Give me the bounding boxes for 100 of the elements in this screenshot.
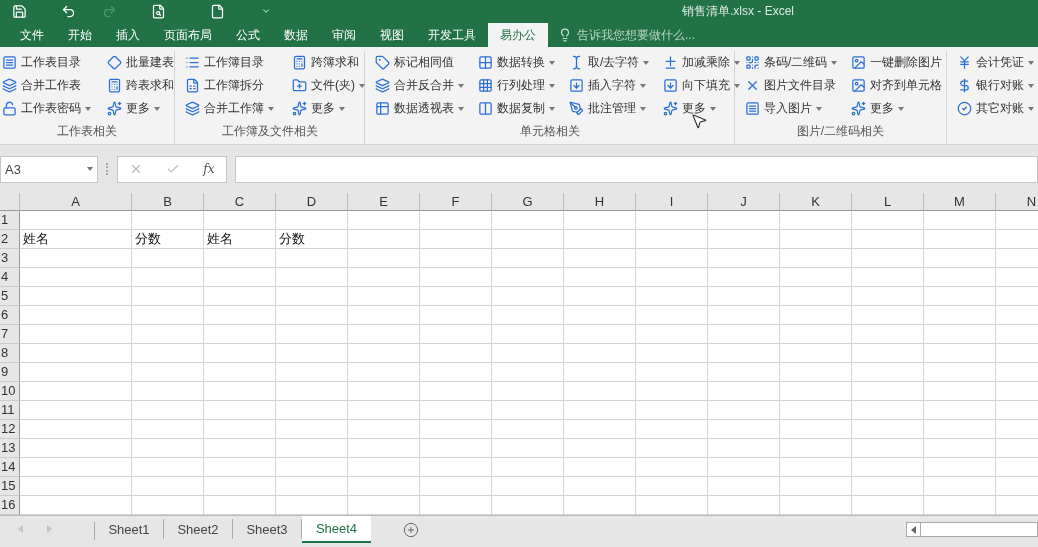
column-header[interactable]: H <box>564 193 636 211</box>
column-header[interactable]: N <box>996 193 1038 211</box>
column-header[interactable]: J <box>708 193 780 211</box>
sheet-tab[interactable]: Sheet2 <box>164 519 233 539</box>
sheet-tab[interactable]: Sheet1 <box>95 519 164 539</box>
name-box[interactable]: A3 <box>0 155 98 183</box>
ribbon-button[interactable]: 批注管理 <box>567 97 652 120</box>
column-header[interactable]: L <box>852 193 924 211</box>
next-sheet-icon[interactable] <box>47 525 52 533</box>
previous-sheet-icon[interactable] <box>18 525 23 533</box>
ribbon-button[interactable]: 跨簿求和 <box>290 51 367 74</box>
pen-icon <box>569 101 584 116</box>
ribbon-tab[interactable]: 插入 <box>104 23 152 47</box>
qr-code-icon <box>745 55 760 70</box>
ribbon-button[interactable]: 取/去字符 <box>567 51 652 74</box>
ribbon-button[interactable]: 更多 <box>849 97 945 120</box>
ribbon-tab[interactable]: 文件 <box>8 23 56 47</box>
ribbon-tab[interactable]: 数据 <box>272 23 320 47</box>
row-header[interactable]: 5 <box>0 287 20 306</box>
caret-icon <box>268 106 274 111</box>
column-header[interactable]: E <box>348 193 420 211</box>
ribbon-button[interactable]: 数据转换 <box>476 51 557 74</box>
enter-icon[interactable] <box>166 162 181 176</box>
select-all-corner[interactable] <box>0 193 20 211</box>
row-header[interactable]: 4 <box>0 268 20 287</box>
ribbon-button[interactable]: 其它对账 <box>955 97 1036 120</box>
ribbon-tab[interactable]: 开发工具 <box>416 23 488 47</box>
tell-me-field[interactable]: 告诉我您想要做什么... <box>575 27 725 43</box>
ribbon-tab[interactable]: 视图 <box>368 23 416 47</box>
group-label: 工作簿及文件相关 <box>221 123 318 140</box>
undo-icon <box>61 3 76 19</box>
row-header[interactable]: 16 <box>0 496 20 515</box>
ribbon-tab[interactable]: 公式 <box>224 23 272 47</box>
ribbon-button[interactable]: 插入字符 <box>567 74 652 97</box>
column-header[interactable]: M <box>924 193 996 211</box>
ribbon-button[interactable]: 合并反合并 <box>373 74 466 97</box>
ribbon-button[interactable]: 加减乘除 <box>661 51 743 74</box>
column-header[interactable]: A <box>20 193 132 211</box>
ribbon-button[interactable]: 合并工作簿 <box>183 97 276 120</box>
row-header[interactable]: 2 <box>0 230 20 249</box>
column-header[interactable]: K <box>780 193 852 211</box>
row-header[interactable]: 6 <box>0 306 20 325</box>
column-header[interactable]: G <box>492 193 564 211</box>
row-header[interactable]: 8 <box>0 344 20 363</box>
insert-function-button[interactable]: fx <box>203 162 215 176</box>
row-header[interactable]: 1 <box>0 211 20 230</box>
ribbon-button[interactable]: 导入图片 <box>743 97 840 120</box>
ribbon-button[interactable]: 会计凭证 <box>955 51 1036 74</box>
ribbon-button[interactable]: 图片文件目录 <box>743 74 840 97</box>
ribbon-button[interactable]: 行列处理 <box>476 74 557 97</box>
ribbon-tab[interactable]: 页面布局 <box>152 23 224 47</box>
new-file-button[interactable] <box>210 3 225 19</box>
row-header[interactable]: 9 <box>0 363 20 382</box>
ribbon-button[interactable]: 条码/二维码 <box>743 51 840 74</box>
undo-button[interactable] <box>61 3 76 19</box>
row-header[interactable]: 7 <box>0 325 20 344</box>
ribbon-tab[interactable]: 开始 <box>56 23 104 47</box>
row-header[interactable]: 11 <box>0 401 20 420</box>
ribbon-button[interactable]: 数据复制 <box>476 97 557 120</box>
ribbon-button[interactable]: 工作簿目录 <box>183 51 276 74</box>
column-header[interactable]: F <box>420 193 492 211</box>
ribbon-tab[interactable]: 审阅 <box>320 23 368 47</box>
row-header[interactable]: 14 <box>0 458 20 477</box>
ribbon-button[interactable]: 文件(夹) <box>290 74 367 97</box>
row-header[interactable]: 15 <box>0 477 20 496</box>
ribbon-button[interactable]: 一键删除图片 <box>849 51 945 74</box>
column-header[interactable]: C <box>204 193 276 211</box>
ribbon-button[interactable]: 向下填充 <box>661 74 743 97</box>
ribbon-button[interactable]: 银行对账 <box>955 74 1036 97</box>
row-header[interactable]: 3 <box>0 249 20 268</box>
scroll-left-icon[interactable] <box>911 525 916 534</box>
add-sheet-button[interactable] <box>403 522 419 538</box>
row-header[interactable]: 13 <box>0 439 20 458</box>
tag-icon <box>375 55 390 70</box>
customize-button[interactable] <box>261 6 271 16</box>
ribbon-button[interactable]: 对齐到单元格 <box>849 74 945 97</box>
row-header[interactable]: 12 <box>0 420 20 439</box>
save-button[interactable] <box>12 3 27 19</box>
arrow-down-icon <box>569 78 584 93</box>
formula-field[interactable] <box>235 155 1038 183</box>
ribbon-button[interactable]: 工作表密码 <box>0 97 93 120</box>
column-header[interactable]: D <box>276 193 348 211</box>
ribbon-button[interactable]: 工作簿拆分 <box>183 74 276 97</box>
horizontal-scrollbar[interactable] <box>906 522 1038 537</box>
ribbon-button[interactable]: 更多 <box>290 97 367 120</box>
ribbon-button[interactable]: 更多 <box>105 97 176 120</box>
calculator-icon <box>107 78 122 93</box>
sheet-tab[interactable]: Sheet4 <box>302 516 371 543</box>
ribbon-button[interactable]: 更多 <box>661 97 743 120</box>
column-header[interactable]: I <box>636 193 708 211</box>
row-header[interactable]: 10 <box>0 382 20 401</box>
ribbon-button[interactable]: 工作表目录 <box>0 51 93 74</box>
ribbon-button[interactable]: 标记相同值 <box>373 51 466 74</box>
ribbon-button[interactable]: 批量建表 <box>105 51 176 74</box>
ribbon-tab[interactable]: 易办公 <box>488 23 548 47</box>
ribbon-button[interactable]: 跨表求和 <box>105 74 176 97</box>
print-preview-button[interactable] <box>151 3 166 19</box>
column-header[interactable]: B <box>132 193 204 211</box>
ribbon-button[interactable]: 合并工作表 <box>0 74 93 97</box>
ribbon-button[interactable]: 数据透视表 <box>373 97 466 120</box>
